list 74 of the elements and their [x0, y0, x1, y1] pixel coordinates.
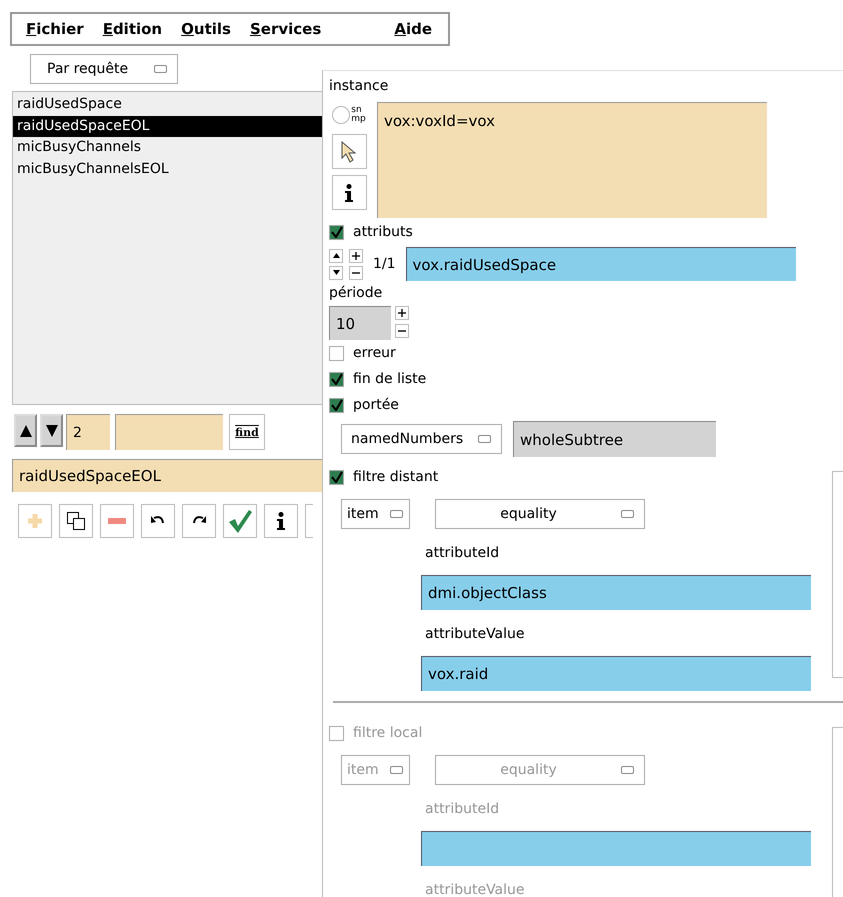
scope-dropdown[interactable]: namedNumbers [341, 424, 502, 454]
up-button[interactable] [329, 248, 343, 262]
info-button[interactable] [332, 175, 366, 210]
attribute-id-field[interactable]: dmi.objectClass [421, 575, 811, 610]
copy-button[interactable] [59, 504, 93, 538]
scope-field[interactable]: wholeSubtree [513, 421, 716, 457]
menu-item[interactable]: Edition [102, 20, 162, 38]
apply-button[interactable] [223, 504, 257, 538]
period-field[interactable]: 10 [329, 306, 391, 340]
instance-label: instance [329, 77, 390, 96]
list-item[interactable]: micBusyChannels [13, 137, 322, 158]
attribute-counter: 1/1 [373, 256, 396, 272]
info-icon [276, 512, 286, 530]
minus-icon [398, 330, 406, 332]
remove-button[interactable] [349, 266, 363, 280]
plus-icon [352, 252, 360, 260]
checkmark-icon [227, 508, 253, 534]
attribute-id-label: attributeId [425, 545, 500, 563]
add-button[interactable] [349, 248, 363, 262]
pointer-button[interactable] [332, 134, 366, 169]
attribute-field[interactable]: vox.raidUsedSpace [406, 247, 796, 281]
snmp-radio[interactable] [332, 106, 350, 124]
down-arrow-icon [332, 270, 340, 275]
period-label: période [329, 284, 384, 303]
checkbox-label: filtre local [353, 725, 422, 741]
up-button[interactable] [14, 414, 37, 447]
cursor-icon [341, 140, 357, 162]
mode-dropdown[interactable]: Par requête [30, 54, 178, 84]
instance-field[interactable]: vox:voxId=vox [377, 102, 767, 218]
checkbox[interactable] [329, 224, 344, 240]
redo-button[interactable] [182, 504, 216, 538]
menu-item[interactable]: Aide [394, 20, 432, 38]
list-item[interactable]: raidUsedSpace [13, 94, 322, 116]
match-dropdown[interactable]: equality [435, 499, 645, 529]
checkbox[interactable] [329, 346, 344, 360]
minus-icon [352, 272, 360, 274]
checkbox-label: portée [353, 397, 399, 413]
attribute-id-label: attributeId [425, 801, 500, 819]
checkbox-label: filtre distant [353, 469, 438, 485]
checkbox[interactable] [329, 372, 344, 386]
list-item[interactable]: raidUsedSpaceEOL [13, 116, 322, 137]
down-button[interactable] [40, 414, 63, 447]
name-field[interactable]: raidUsedSpaceEOL [12, 459, 322, 492]
scrollbar[interactable] [832, 471, 843, 678]
attribute-value-field[interactable]: vox.raid [421, 656, 811, 691]
attribute-value-label: attributeValue [425, 882, 526, 897]
undo-button[interactable] [141, 504, 175, 538]
minus-icon [108, 518, 126, 524]
menu-item[interactable]: Outils [181, 20, 231, 38]
menu-item[interactable]: Fichier [26, 20, 84, 38]
index-field[interactable]: 2 [66, 414, 110, 450]
checkbox-label: attributs [353, 224, 413, 240]
copy-icon [66, 511, 86, 531]
find-button[interactable]: find [229, 414, 265, 450]
increment-button[interactable] [395, 306, 409, 320]
list-item[interactable]: micBusyChannelsEOL [13, 158, 322, 180]
decrement-button[interactable] [395, 324, 409, 338]
search-field[interactable] [115, 414, 223, 450]
checkbox-label: erreur [353, 345, 396, 361]
up-arrow-icon [332, 253, 340, 258]
menu-item[interactable]: Services [250, 20, 322, 38]
attribute-value-label: attributeValue [425, 626, 526, 644]
checkbox[interactable] [329, 398, 344, 412]
down-button[interactable] [329, 266, 343, 280]
item-dropdown[interactable]: item [341, 499, 410, 529]
info-button[interactable] [264, 504, 298, 538]
checkbox[interactable] [329, 470, 344, 484]
plus-icon [26, 512, 44, 530]
up-arrow-icon [18, 424, 32, 438]
down-arrow-icon [44, 424, 58, 438]
info-icon [344, 184, 354, 202]
checkbox-label: fin de liste [353, 371, 426, 387]
snmp-label: sn mp [351, 106, 366, 124]
plus-icon [398, 309, 406, 317]
